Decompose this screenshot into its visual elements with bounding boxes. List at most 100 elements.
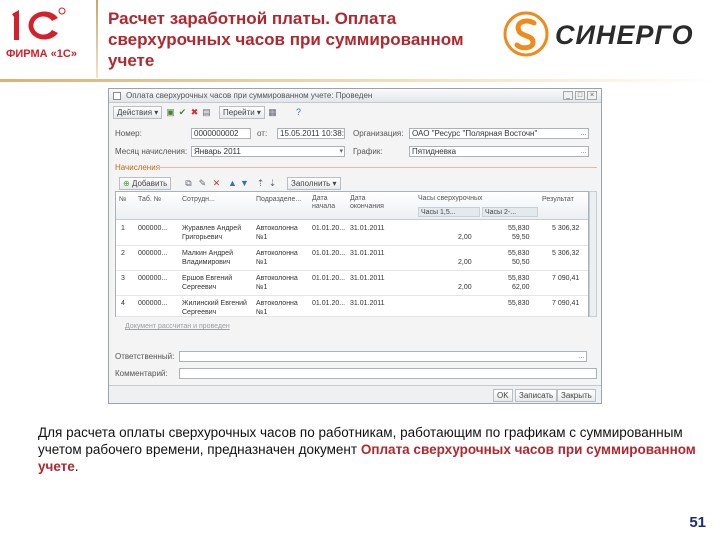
row-hours-1-5: 2,00 <box>458 234 472 241</box>
number-label: Номер: <box>115 129 142 138</box>
window-title: Оплата сверхурочных часов при суммирован… <box>126 91 373 100</box>
col-hours-2[interactable]: Часы 2-... <box>482 207 538 217</box>
row-result: 5 306,32 <box>552 250 580 257</box>
responsible-field[interactable]: … <box>179 351 587 362</box>
synergy-logo: СИНЕРГО <box>503 10 713 58</box>
description-end: . <box>74 459 79 474</box>
row-date-start: 01.01.20... <box>312 300 346 307</box>
date-label: от: <box>257 129 268 138</box>
col-hours-group[interactable]: Часы сверхурочных <box>418 195 482 203</box>
save-button[interactable]: Записать <box>515 389 558 402</box>
col-tab[interactable]: Таб. № <box>138 196 161 204</box>
schedule-dropdown-icon[interactable]: … <box>580 147 587 156</box>
minimize-icon[interactable]: _ <box>563 91 573 100</box>
row-value-1: 55,830 <box>508 275 530 282</box>
schedule-label: График: <box>353 147 383 156</box>
unpost-icon[interactable]: ✖ <box>189 107 200 118</box>
row-dep-1: Автоколонна <box>256 300 298 307</box>
col-employee[interactable]: Сотрудн... <box>182 196 215 204</box>
table-row[interactable]: 2 000000... Малкин Андрей Владимирович А… <box>116 246 588 271</box>
document-icon <box>113 92 121 100</box>
move-up-icon[interactable]: ▲ <box>227 178 238 189</box>
number-field[interactable]: 0000000002 <box>191 128 251 139</box>
table-row[interactable]: 3 000000... Ершов Евгений Сергеевич Авто… <box>116 271 588 296</box>
row-n: 2 <box>121 250 125 257</box>
responsible-label: Ответственный: <box>115 352 175 361</box>
logo-1c: ФИРМА «1С» <box>6 6 77 68</box>
col-result[interactable]: Результат <box>542 196 574 204</box>
add-label: Добавить <box>131 179 168 188</box>
actions-menu-button[interactable]: Действия ▾ <box>113 106 163 119</box>
table-header: № Таб. № Сотрудн... Подразделе... Дата н… <box>116 192 588 220</box>
accruals-section-title: Начисления <box>115 163 161 172</box>
document-status-link[interactable]: Документ рассчитан и проведен <box>125 323 230 330</box>
period-value: Январь 2011 <box>194 147 241 156</box>
goto-menu-button[interactable]: Перейти ▾ <box>219 106 265 119</box>
row-name-2: Сергеевич <box>182 309 217 316</box>
col-date-start[interactable]: Дата начала <box>312 195 348 211</box>
post-icon[interactable]: ✔ <box>177 107 188 118</box>
col-hours-1-5[interactable]: Часы 1,5... <box>418 207 480 217</box>
table-row[interactable]: 4 000000... Жилинский Евгений Сергеевич … <box>116 296 588 317</box>
help-icon[interactable]: ? <box>293 107 304 118</box>
date-field[interactable]: 15.05.2011 10:38: <box>277 128 345 139</box>
close-button[interactable]: Закрыть <box>557 389 596 402</box>
schedule-field[interactable]: Пятидневка… <box>409 146 589 157</box>
table-scrollbar[interactable] <box>589 191 597 317</box>
section-divider <box>157 167 597 168</box>
organization-dropdown-icon[interactable]: … <box>580 129 587 138</box>
row-n: 4 <box>121 300 125 307</box>
row-date-start: 01.01.20... <box>312 250 346 257</box>
row-hours-1-5: 2,00 <box>458 284 472 291</box>
comment-label: Комментарий: <box>115 369 168 378</box>
fill-button[interactable]: Заполнить ▾ <box>287 177 341 190</box>
edit-row-icon[interactable]: ✎ <box>197 178 208 189</box>
delete-row-icon[interactable]: ✕ <box>211 178 222 189</box>
comment-field[interactable] <box>179 368 597 379</box>
synergy-s-icon <box>503 11 549 57</box>
structure-icon[interactable]: ▦ <box>267 107 278 118</box>
row-name-1: Ершов Евгений <box>182 275 233 282</box>
col-date-end[interactable]: Дата окончания <box>350 195 394 211</box>
header-divider <box>96 0 98 78</box>
row-tab: 000000... <box>138 225 168 232</box>
ok-button[interactable]: OK <box>493 389 513 402</box>
main-toolbar: Действия ▾ ▣ ✔ ✖ ▤ Перейти ▾ ▦ ? <box>113 105 599 121</box>
sort-asc-icon[interactable]: ⇡ <box>255 178 266 189</box>
row-result: 7 090,41 <box>552 300 580 307</box>
row-dep-2: №1 <box>256 234 268 241</box>
responsible-dropdown-icon[interactable]: … <box>578 352 585 361</box>
copy-row-icon[interactable]: ⧉ <box>183 178 194 189</box>
logo-1c-mark <box>12 7 66 40</box>
move-down-icon[interactable]: ▼ <box>239 178 250 189</box>
sort-desc-icon[interactable]: ⇣ <box>267 178 278 189</box>
organization-value: ОАО "Ресурс "Полярная Восточн" <box>412 129 538 138</box>
add-row-button[interactable]: ⊕ Добавить <box>119 177 172 190</box>
row-n: 1 <box>121 225 125 232</box>
print-icon[interactable]: ▤ <box>201 107 212 118</box>
row-date-end: 31.01.2011 <box>350 300 385 307</box>
row-value-2: 50,50 <box>512 259 530 266</box>
organization-field[interactable]: ОАО "Ресурс "Полярная Восточн" … <box>409 128 589 139</box>
row-tab: 000000... <box>138 275 168 282</box>
table-row[interactable]: 1 000000... Журавлев Андрей Григорьевич … <box>116 221 588 246</box>
row-date-end: 31.01.2011 <box>350 250 385 257</box>
col-n[interactable]: № <box>119 196 127 204</box>
period-field[interactable]: Январь 2011 ▾ <box>191 146 345 157</box>
save-icon[interactable]: ▣ <box>165 107 176 118</box>
row-n: 3 <box>121 275 125 282</box>
row-value-1: 55,830 <box>508 250 530 257</box>
maximize-icon[interactable]: □ <box>575 91 585 100</box>
close-icon[interactable]: × <box>587 91 597 100</box>
accruals-table: № Таб. № Сотрудн... Подразделе... Дата н… <box>115 191 589 317</box>
org-label: Организация: <box>353 129 404 138</box>
period-dropdown-icon[interactable]: ▾ <box>339 147 343 156</box>
window-footer: OK Записать Закрыть <box>109 385 601 403</box>
col-department[interactable]: Подразделе... <box>256 196 301 204</box>
slide-description: Для расчета оплаты сверхурочных часов по… <box>38 424 698 475</box>
row-name-2: Сергеевич <box>182 284 217 291</box>
row-dep-2: №1 <box>256 309 268 316</box>
row-dep-1: Автоколонна <box>256 250 298 257</box>
row-value-2: 62,00 <box>512 284 530 291</box>
row-value-1: 55,830 <box>508 300 530 307</box>
